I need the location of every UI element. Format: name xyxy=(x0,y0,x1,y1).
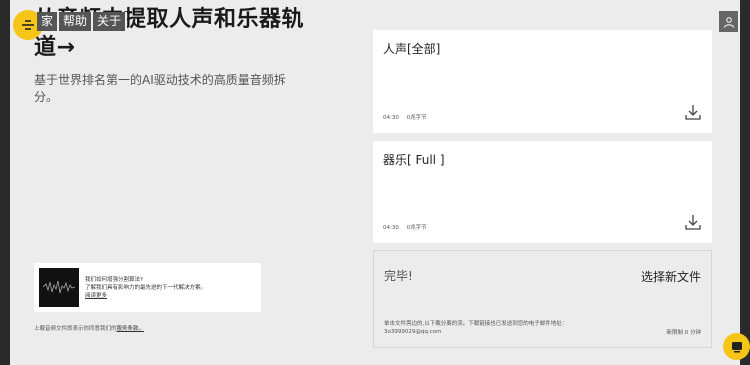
promo-thumbnail xyxy=(39,268,79,307)
promo-line-2: 了解我们具有影响力的最先进的下一代解决方案。 xyxy=(85,284,207,291)
chat-button[interactable] xyxy=(723,333,750,360)
top-nav: 家 帮助 关于 xyxy=(37,12,128,31)
terms-text: 上载音频文件即表示你同意我们的 xyxy=(34,326,117,332)
done-panel: 完毕! 选择新文件 单击文件旁边的,以下载分离的流。下载链接也已发送到您的电子邮… xyxy=(373,250,712,348)
nav-help[interactable]: 帮助 xyxy=(59,12,94,31)
promo-text: 我们如何增强分割算法? 了解我们具有影响力的最先进的下一代解决方案。 阅读更多 xyxy=(85,276,206,300)
nav-about[interactable]: 关于 xyxy=(93,12,128,31)
account-button[interactable] xyxy=(719,11,738,32)
mixer-icon xyxy=(22,20,34,30)
track-size: 0兆字节 xyxy=(406,225,427,231)
track-duration: 04:30 xyxy=(383,115,399,121)
limit-value: 0 分钟 xyxy=(684,330,701,336)
promo-line-1: 我们如何增强分割算法? xyxy=(85,276,143,283)
terms-link[interactable]: 服务条款。 xyxy=(117,326,145,332)
track-meta: 04:30 0兆字节 xyxy=(383,223,427,231)
download-icon[interactable] xyxy=(684,213,702,231)
track-meta: 04:30 0兆字节 xyxy=(383,113,427,121)
nav-home[interactable]: 家 xyxy=(37,12,60,31)
page: 从音频中提取人声和乐器轨道→ 家 帮助 关于 基于世界排名第一的AI驱动技术的高… xyxy=(10,0,740,365)
track-card-vocals: 人声[全部] 04:30 0兆字节 xyxy=(373,30,712,133)
done-note: 单击文件旁边的,以下载分离的流。下载链接也已发送到您的电子邮件地址：3o3999… xyxy=(384,321,568,335)
done-title: 完毕! xyxy=(384,269,413,283)
track-card-instrumental: 器乐[ Full ] 04:30 0兆字节 xyxy=(373,141,712,243)
limit-info: 新限制 0 分钟 xyxy=(666,328,701,336)
choose-new-file-button[interactable]: 选择新文件 xyxy=(641,268,701,285)
read-more-link[interactable]: 阅读更多 xyxy=(85,292,206,300)
track-title: 人声[全部] xyxy=(383,42,441,56)
track-size: 0兆字节 xyxy=(406,115,427,121)
user-icon xyxy=(723,16,734,28)
limit-label: 新限制 xyxy=(666,330,683,336)
track-title: 器乐[ Full ] xyxy=(383,153,445,167)
download-icon[interactable] xyxy=(684,103,702,121)
chat-icon xyxy=(731,341,742,352)
hero-subtitle: 基于世界排名第一的AI驱动技术的高质量音频拆分。 xyxy=(34,73,286,104)
promo-card[interactable]: 我们如何增强分割算法? 了解我们具有影响力的最先进的下一代解决方案。 阅读更多 xyxy=(34,263,261,312)
terms-notice: 上载音频文件即表示你同意我们的服务条款。 xyxy=(34,324,144,332)
track-duration: 04:30 xyxy=(383,225,399,231)
